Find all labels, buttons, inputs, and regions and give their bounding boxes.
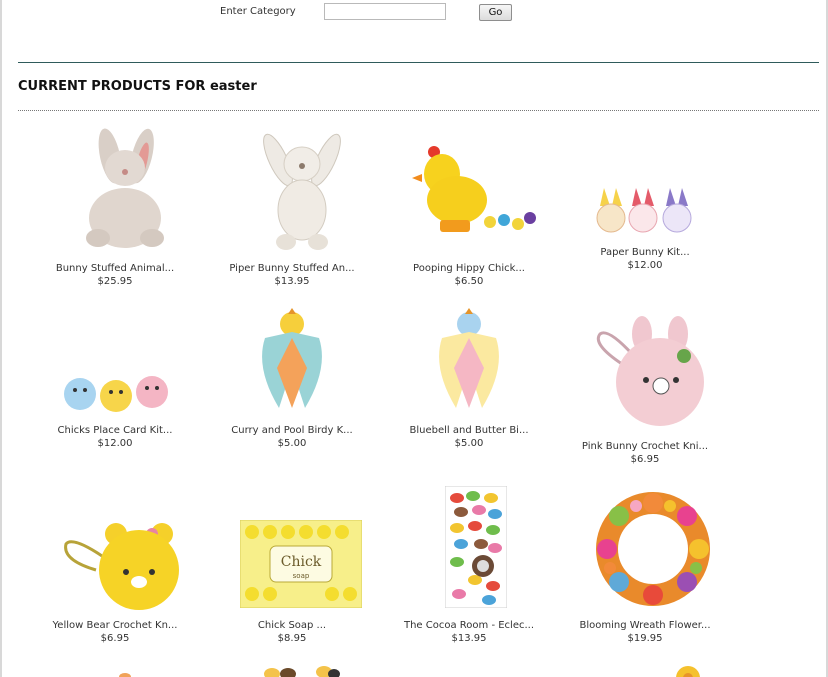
product-card[interactable]: Chick soap Chick Soap ... $8.95 — [207, 480, 377, 650]
product-price: $13.95 — [451, 633, 487, 644]
product-price: $6.95 — [630, 454, 660, 465]
product-price: $12.00 — [97, 438, 133, 449]
paper-bunny-image[interactable] — [594, 186, 698, 236]
product-card[interactable]: Chicks Place Card Kit... $12.00 — [30, 300, 200, 460]
category-search-bar: Enter Category Go — [0, 0, 828, 30]
page-title: CURRENT PRODUCTS FOR easter — [18, 79, 257, 94]
product-name[interactable]: The Cocoa Room - Eclec... — [384, 620, 554, 631]
plush-bunny-image[interactable] — [70, 126, 180, 254]
soap-box-image[interactable]: Chick soap — [240, 520, 362, 608]
toy-chick-image[interactable] — [412, 140, 542, 250]
product-image-partial[interactable] — [115, 668, 135, 677]
product-card[interactable]: Bunny Stuffed Animal... $25.95 — [30, 120, 200, 290]
product-card[interactable]: Pink Bunny Crochet Kni... $6.95 — [560, 300, 730, 470]
product-price: $6.95 — [100, 633, 130, 644]
header-divider — [18, 62, 819, 63]
flower-image-partial[interactable] — [666, 662, 710, 677]
product-card[interactable]: Bluebell and Butter Bi... $5.00 — [384, 300, 554, 460]
product-card[interactable]: Curry and Pool Birdy K... $5.00 — [207, 300, 377, 460]
product-price: $12.00 — [627, 260, 663, 271]
product-price: $6.50 — [454, 276, 484, 287]
product-name[interactable]: Pooping Hippy Chick... — [384, 263, 554, 274]
product-price: $5.00 — [277, 438, 307, 449]
product-name[interactable]: Piper Bunny Stuffed An... — [207, 263, 377, 274]
crochet-purse-image[interactable] — [592, 314, 712, 432]
product-price: $19.95 — [627, 633, 663, 644]
product-card[interactable]: The Cocoa Room - Eclec... $13.95 — [384, 480, 554, 650]
product-price: $5.00 — [454, 438, 484, 449]
product-card[interactable]: Blooming Wreath Flower... $19.95 — [560, 480, 730, 650]
product-card[interactable]: Yellow Bear Crochet Kn... $6.95 — [30, 480, 200, 650]
product-card[interactable]: Pooping Hippy Chick... $6.50 — [384, 120, 554, 290]
candy-box-image[interactable] — [445, 486, 507, 608]
butterfly-image-partial[interactable] — [262, 662, 342, 677]
crochet-purse-image[interactable] — [62, 520, 186, 612]
category-label: Enter Category — [220, 6, 296, 17]
svg-text:Chick: Chick — [281, 554, 322, 570]
product-name[interactable]: Blooming Wreath Flower... — [560, 620, 730, 631]
product-card[interactable]: Paper Bunny Kit... $12.00 — [560, 120, 730, 290]
product-name[interactable]: Bluebell and Butter Bi... — [384, 425, 554, 436]
section-divider — [18, 110, 819, 111]
product-card[interactable]: Piper Bunny Stuffed An... $13.95 — [207, 120, 377, 290]
flower-wreath-image[interactable] — [592, 488, 714, 610]
plush-bunny-image[interactable] — [252, 126, 352, 254]
product-name[interactable]: Bunny Stuffed Animal... — [30, 263, 200, 274]
page-border-left — [0, 0, 2, 677]
product-price: $25.95 — [97, 276, 133, 287]
product-name[interactable]: Pink Bunny Crochet Kni... — [560, 441, 730, 452]
svg-text:soap: soap — [293, 572, 310, 580]
product-name[interactable]: Curry and Pool Birdy K... — [207, 425, 377, 436]
product-price: $8.95 — [277, 633, 307, 644]
paper-bird-image[interactable] — [257, 308, 327, 412]
product-name[interactable]: Paper Bunny Kit... — [560, 247, 730, 258]
chick-cards-image[interactable] — [62, 374, 172, 414]
product-name[interactable]: Yellow Bear Crochet Kn... — [30, 620, 200, 631]
go-button[interactable]: Go — [479, 4, 512, 21]
paper-bird-image[interactable] — [434, 308, 504, 412]
product-name[interactable]: Chicks Place Card Kit... — [30, 425, 200, 436]
product-name[interactable]: Chick Soap ... — [207, 620, 377, 631]
category-input[interactable] — [324, 3, 446, 20]
product-price: $13.95 — [274, 276, 310, 287]
